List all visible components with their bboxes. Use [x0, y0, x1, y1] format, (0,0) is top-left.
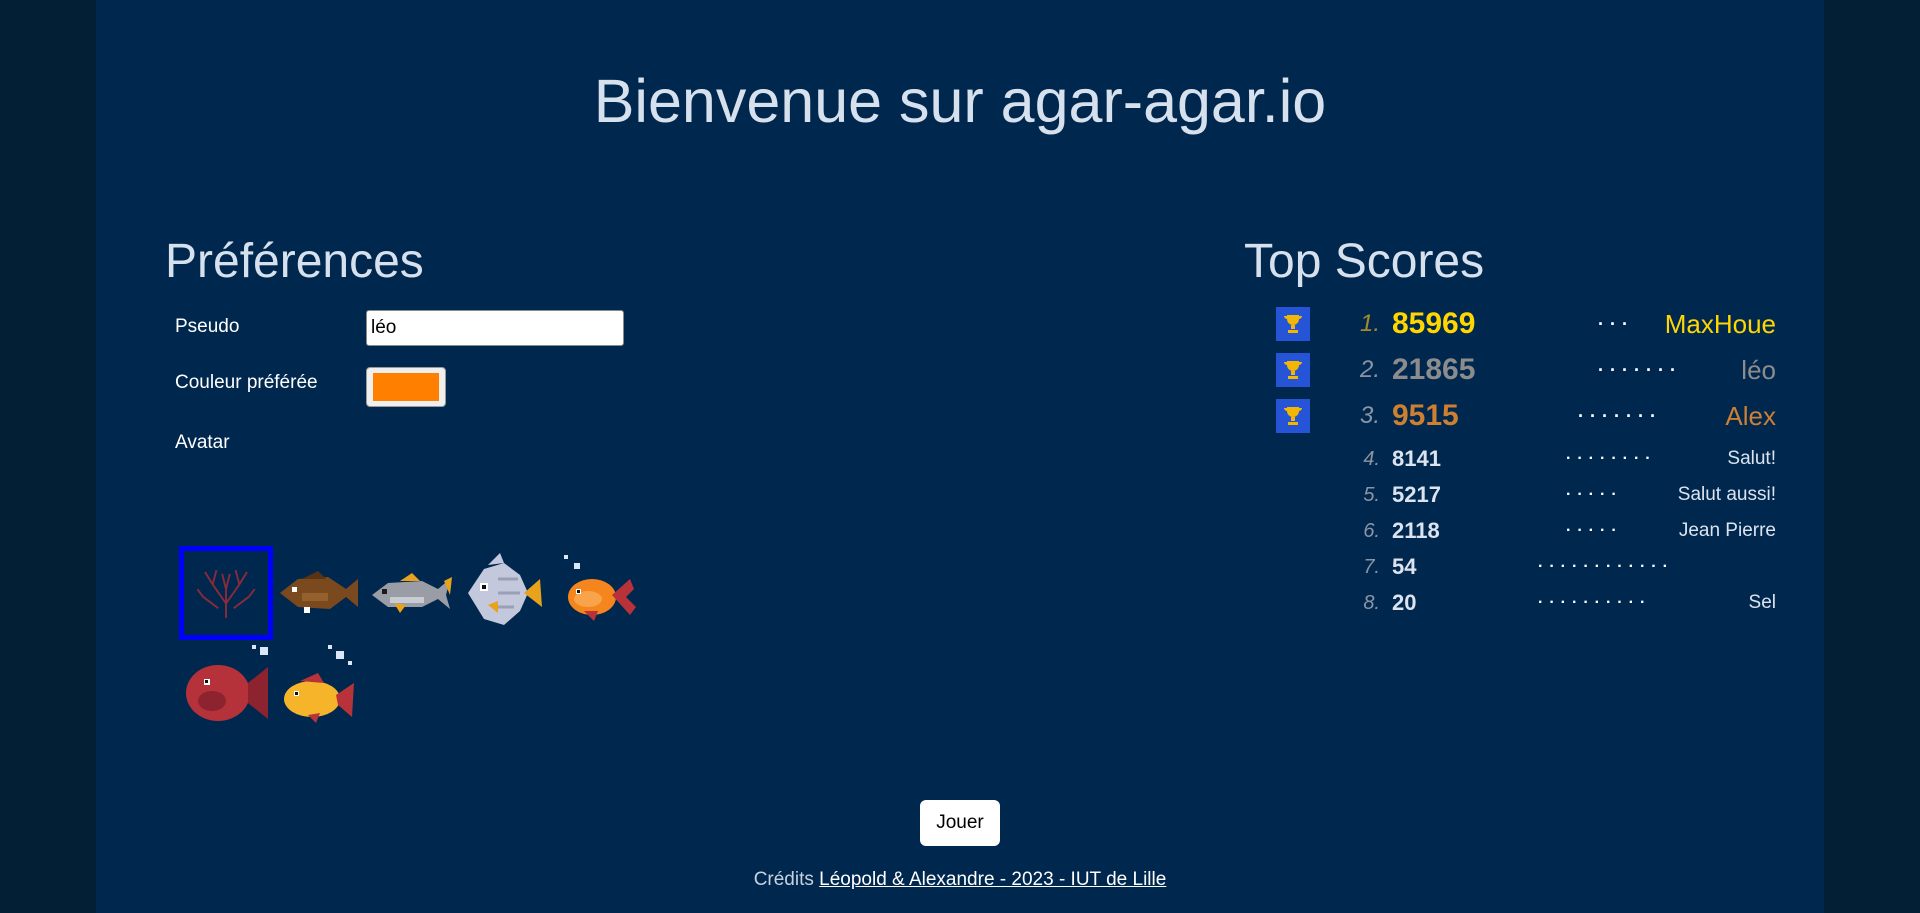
score-row: 7. 54 ············ — [1276, 552, 1776, 582]
avatar-orange-fish[interactable] — [551, 546, 645, 640]
score-value: 9515 — [1392, 399, 1459, 432]
trophy-icon — [1276, 399, 1310, 433]
coral-icon — [196, 569, 256, 618]
score-row: 6. 2118 ····· Jean Pierre — [1276, 516, 1776, 546]
red-fish-icon — [186, 645, 268, 721]
avatar-coral[interactable] — [179, 546, 273, 640]
score-dots: ·········· — [1538, 594, 1652, 611]
score-value: 85969 — [1392, 307, 1476, 340]
score-player-name: léo — [1741, 354, 1776, 385]
score-row: 3. 9515 ······· Alex — [1276, 396, 1776, 436]
score-dots: ····· — [1566, 486, 1623, 503]
score-dots: ··· — [1598, 313, 1634, 334]
score-rank: 8. — [1363, 591, 1380, 614]
score-rank: 3. — [1359, 402, 1380, 429]
score-row: 4. 8141 ········ Salut! — [1276, 444, 1776, 474]
score-dots: ······· — [1598, 359, 1682, 380]
score-row: 8. 20 ·········· Sel — [1276, 588, 1776, 618]
score-rank: 5. — [1363, 483, 1380, 506]
score-rank: 7. — [1363, 555, 1380, 578]
color-label: Couleur préférée — [175, 372, 318, 393]
trophy-icon — [1276, 307, 1310, 341]
silver-fish-icon — [468, 553, 542, 625]
pseudo-input[interactable] — [366, 310, 624, 346]
score-dots: ····· — [1566, 522, 1623, 539]
score-player-name: Alex — [1725, 400, 1776, 431]
preferences-title: Préférences — [165, 235, 424, 288]
top-scores-title: Top Scores — [1244, 235, 1485, 288]
score-dots: ············ — [1538, 558, 1674, 575]
score-rank: 2. — [1359, 356, 1380, 383]
avatar-label: Avatar — [175, 432, 230, 453]
credits: Crédits Léopold & Alexandre - 2023 - IUT… — [96, 869, 1824, 891]
score-player-name: Jean Pierre — [1678, 520, 1776, 541]
color-picker[interactable] — [366, 367, 446, 407]
score-row: 1. 85969 ··· MaxHoue — [1276, 304, 1776, 344]
score-player-name: Salut! — [1727, 448, 1776, 469]
credits-link[interactable]: Léopold & Alexandre - 2023 - IUT de Lill… — [819, 869, 1166, 890]
score-dots: ······· — [1578, 405, 1662, 426]
score-rank: 4. — [1363, 447, 1380, 470]
score-value: 54 — [1392, 554, 1417, 579]
avatar-silver-fish[interactable] — [455, 546, 549, 640]
play-button[interactable]: Jouer — [920, 800, 1000, 846]
score-player-name: Sel — [1748, 592, 1776, 613]
score-value: 21865 — [1392, 353, 1476, 386]
score-player-name: MaxHoue — [1664, 308, 1776, 339]
avatar-brown-fish[interactable] — [269, 546, 363, 640]
pseudo-label: Pseudo — [175, 316, 240, 337]
score-rank: 6. — [1363, 519, 1380, 542]
brown-fish-icon — [280, 571, 358, 613]
color-swatch — [373, 373, 439, 401]
page-title: Bienvenue sur agar-agar.io — [593, 67, 1327, 135]
score-player-name: Salut aussi! — [1677, 484, 1776, 505]
yellow-fish-icon — [284, 645, 354, 723]
main-panel: Bienvenue sur agar-agar.io Préférences P… — [96, 0, 1824, 913]
avatar-grey-fish[interactable] — [363, 546, 457, 640]
avatar-yellow-fish[interactable] — [271, 640, 365, 734]
avatar-red-fish[interactable] — [179, 640, 273, 734]
score-row: 5. 5217 ····· Salut aussi! — [1276, 480, 1776, 510]
score-dots: ········ — [1566, 450, 1657, 467]
credits-prefix: Crédits — [753, 869, 814, 890]
score-value: 8141 — [1392, 446, 1441, 471]
score-value: 20 — [1392, 590, 1417, 615]
score-value: 5217 — [1392, 482, 1441, 507]
orange-fish-icon — [564, 555, 636, 621]
trophy-icon — [1276, 353, 1310, 387]
grey-fish-icon — [372, 573, 452, 613]
score-value: 2118 — [1392, 518, 1440, 543]
score-rank: 1. — [1359, 310, 1380, 337]
score-row: 2. 21865 ······· léo — [1276, 350, 1776, 390]
